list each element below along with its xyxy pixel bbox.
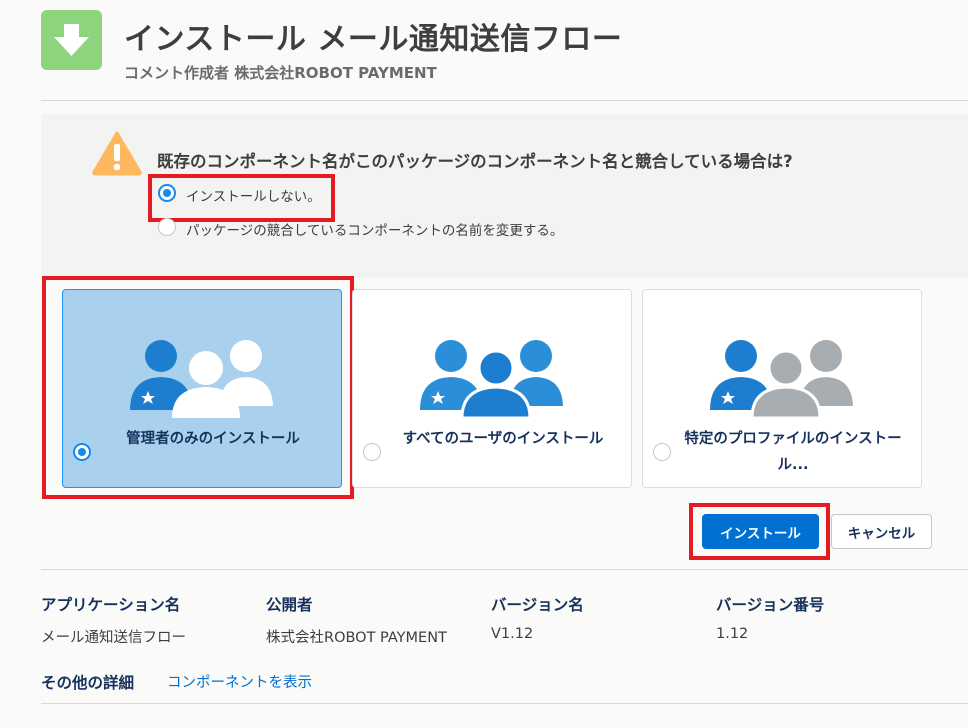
install-option-profiles-card[interactable]: 特定のプロファイルのインストール... [642,289,922,488]
divider [41,100,968,101]
conflict-question: 既存のコンポーネント名がこのパッケージのコンポーネント名と競合している場合は? [157,152,793,171]
app-name-value: メール通知送信フロー [41,630,186,646]
install-button[interactable]: インストール [702,514,819,549]
divider [41,703,968,704]
app-name-header: アプリケーション名 [41,596,181,614]
radio-all-users[interactable] [363,443,381,461]
all-users-icon [420,340,563,418]
cancel-button[interactable]: キャンセル [831,514,932,549]
version-number-header: バージョン番号 [716,596,825,614]
warning-icon [91,130,143,176]
install-option-all-users-card[interactable]: すべてのユーザのインストール [352,289,632,488]
install-option-label: 管理者のみのインストール [126,431,300,447]
other-details-label: その他の詳細 [41,674,135,692]
radio-rename-components[interactable] [158,218,176,236]
version-name-value: V1.12 [491,626,534,642]
page-subtitle: コメント作成者 株式会社ROBOT PAYMENT [124,64,437,82]
install-option-label: すべてのユーザのインストール [402,431,604,447]
radio-admin-only[interactable] [73,443,91,461]
radio-specific-profiles[interactable] [653,443,671,461]
install-option-admin-card[interactable]: 管理者のみのインストール [62,289,342,488]
divider [41,569,968,570]
publisher-header: 公開者 [266,596,313,614]
radio-dont-install[interactable] [158,184,176,202]
page-title: インストール メール通知送信フロー [124,22,623,57]
option-dont-install-label: インストールしない。 [186,189,321,205]
app-download-icon [41,10,102,70]
install-option-label: 特定のプロファイルのインストール... [684,431,902,473]
version-name-header: バージョン名 [491,596,584,614]
profile-users-icon [710,340,853,418]
view-components-link[interactable]: コンポーネントを表示 [167,671,312,692]
publisher-value: 株式会社ROBOT PAYMENT [266,630,447,646]
admin-users-icon [130,340,273,418]
version-number-value: 1.12 [716,626,749,642]
option-rename-label: パッケージの競合しているコンポーネントの名前を変更する。 [186,223,564,239]
